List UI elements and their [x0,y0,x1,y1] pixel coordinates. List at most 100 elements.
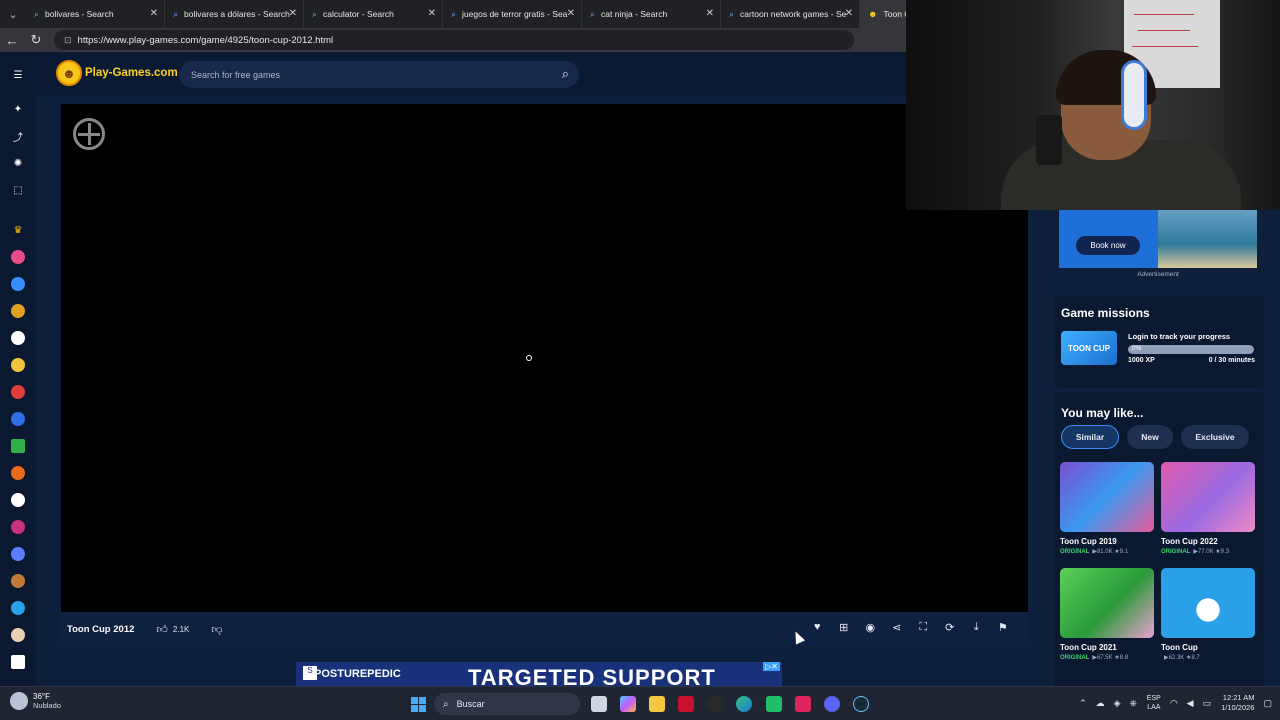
browser-tab-active[interactable]: ☻ Toon C [860,0,908,28]
battery-icon[interactable]: ▭ [1203,698,1212,709]
cards-category-icon[interactable] [11,655,25,669]
shooter-category-icon[interactable] [11,412,25,426]
comment-icon[interactable]: ◉ [857,621,884,634]
mission-progress-bar: 0% [1128,345,1254,354]
back-arrow-icon[interactable]: ← [0,28,24,52]
volume-icon[interactable]: ◀ [1187,698,1194,709]
task-view-icon[interactable] [591,696,607,712]
soccer-category-icon[interactable] [11,493,25,507]
search-icon[interactable]: ⌕ [562,66,569,82]
categories-icon[interactable]: ⬚ [11,183,25,197]
bottom-banner-ad[interactable]: S POSTUREPEDIC TARGETED SUPPORT ▷✕ [296,662,782,686]
site-logo[interactable]: ☻ Play-Games.com [56,60,178,86]
game-thumbnail[interactable] [1060,462,1154,532]
edge-browser-icon[interactable] [736,696,752,712]
book-now-button[interactable]: Book now [1076,236,1140,255]
tab-exclusive[interactable]: Exclusive [1181,425,1249,449]
trending-icon[interactable]: ⤴ [11,129,25,144]
girl-category-icon[interactable] [11,250,25,264]
network-icon[interactable]: ◈ [1114,698,1121,709]
game-thumbnail[interactable] [1060,568,1154,638]
puzzle-category-icon[interactable] [11,358,25,372]
close-icon[interactable]: ✕ [289,8,297,19]
close-icon[interactable]: ✕ [845,8,853,19]
clock[interactable]: 12:21 AM 1/10/2026 [1221,693,1254,713]
language-indicator[interactable]: ESP LAA [1147,694,1161,712]
game-frame[interactable] [61,104,1028,612]
browser-tab[interactable]: ⌕ bolivares a dólares - Search ✕ [165,0,304,28]
multiplayer-category-icon[interactable] [11,547,25,561]
copilot-icon[interactable] [620,696,636,712]
close-icon[interactable]: ✕ [150,8,158,19]
skate-category-icon[interactable] [11,628,25,642]
tab-actions-chevron-icon[interactable]: ⌄ [0,0,26,28]
site-info-icon[interactable]: ⊡ [64,35,72,46]
file-explorer-icon[interactable] [649,696,665,712]
chevron-up-icon[interactable]: ⌃ [1079,698,1087,709]
tiktok-icon[interactable] [795,696,811,712]
onedrive-icon[interactable]: ☁ [1096,698,1105,709]
download-icon[interactable]: ⤓ [963,621,990,634]
car-category-icon[interactable] [11,385,25,399]
opera-gx-icon[interactable] [707,696,723,712]
person-category-icon[interactable] [11,277,25,291]
close-icon[interactable]: ✕ [428,8,436,19]
windows-taskbar: 36°F Nublado ⌕ Buscar ⌃ ☁ ◈ ⎈ ESP LAA ◠ ◀… [0,686,1280,720]
browser-tab[interactable]: ⌕ cat ninja - Search ✕ [582,0,721,28]
wifi-icon[interactable]: ◠ [1170,698,1178,709]
game-search-input[interactable]: Search for free games ⌕ [179,61,579,88]
game-card[interactable]: Toon Cup 2019 ORIGINAL ▶81.0K ★9.1 [1060,462,1154,555]
exclusive-icon[interactable]: ✺ [11,156,25,170]
xbox-app-icon[interactable] [766,696,782,712]
url-field[interactable]: ⊡ https://www.play-games.com/game/4925/t… [54,30,854,50]
windows-start-icon[interactable] [411,697,426,712]
fullscreen-icon[interactable]: ⛶ [910,621,937,634]
tab-new[interactable]: New [1127,425,1173,449]
doll-category-icon[interactable] [11,520,25,534]
game-card-title[interactable]: Toon Cup [1161,643,1255,652]
game-card-meta: ORIGINAL ▶81.0K ★9.1 [1060,548,1154,555]
microphone-icon[interactable]: ⎈ [1130,698,1137,709]
weather-widget[interactable]: 36°F Nublado [10,692,61,710]
login-to-track-link[interactable]: Login to track your progress [1128,332,1230,341]
trophy-category-icon[interactable] [11,304,25,318]
like-button[interactable]: 👍︎ 2.1K [156,623,189,636]
mcafee-icon[interactable] [678,696,694,712]
close-icon[interactable]: ✕ [706,8,714,19]
basketball-category-icon[interactable] [11,466,25,480]
game-card-title[interactable]: Toon Cup 2019 [1060,537,1154,546]
ball-category-icon[interactable] [11,331,25,345]
game-thumbnail[interactable] [1161,462,1255,532]
discord-icon[interactable] [824,696,840,712]
reload-icon[interactable]: ↻ [24,28,48,52]
new-games-sparkle-icon[interactable]: ✦ [11,102,25,116]
browser-tab[interactable]: ⌕ cartoon network games - Se ✕ [721,0,860,28]
browser-tab[interactable]: ⌕ bolivares - Search ✕ [26,0,165,28]
favorite-heart-icon[interactable]: ♥ [804,621,831,634]
ad-choices-icon[interactable]: ▷✕ [763,662,780,671]
hamburger-menu-icon[interactable]: ☰ [11,68,25,82]
animal-category-icon[interactable] [11,574,25,588]
browser-tab[interactable]: ⌕ juegos de terror gratis - Sea ✕ [443,0,582,28]
steam-icon[interactable] [853,696,869,712]
taskbar-search[interactable]: ⌕ Buscar [434,693,580,715]
browser-tab[interactable]: ⌕ calculator - Search ✕ [304,0,443,28]
game-thumbnail[interactable] [1161,568,1255,638]
io-category-icon[interactable] [11,601,25,615]
game-card-title[interactable]: Toon Cup 2022 [1161,537,1255,546]
tab-similar[interactable]: Similar [1061,425,1119,449]
notifications-icon[interactable]: ▢ [1263,698,1272,709]
game-card-title[interactable]: Toon Cup 2021 [1060,643,1154,652]
share-icon[interactable]: ⋖ [884,621,911,634]
crown-category-icon[interactable]: ♛ [11,223,25,237]
sitemap-icon[interactable]: ⊞ [831,621,858,634]
rotate-icon[interactable]: ⟳ [937,621,964,634]
game-card[interactable]: Toon Cup 2021 ORIGINAL ▶67.5K ★8.8 [1060,568,1154,661]
thumbs-down-icon[interactable]: 👎︎ [211,623,222,636]
game-card[interactable]: Toon Cup 2022 ORIGINAL ▶77.0K ★9.3 [1161,462,1255,555]
game-card[interactable]: Toon Cup ▶62.3K ★8.7 [1161,568,1255,661]
report-flag-icon[interactable]: ⚑ [990,621,1017,634]
side-banner-ad[interactable]: Book now [1059,208,1257,268]
close-icon[interactable]: ✕ [567,8,575,19]
minecraft-category-icon[interactable] [11,439,25,453]
